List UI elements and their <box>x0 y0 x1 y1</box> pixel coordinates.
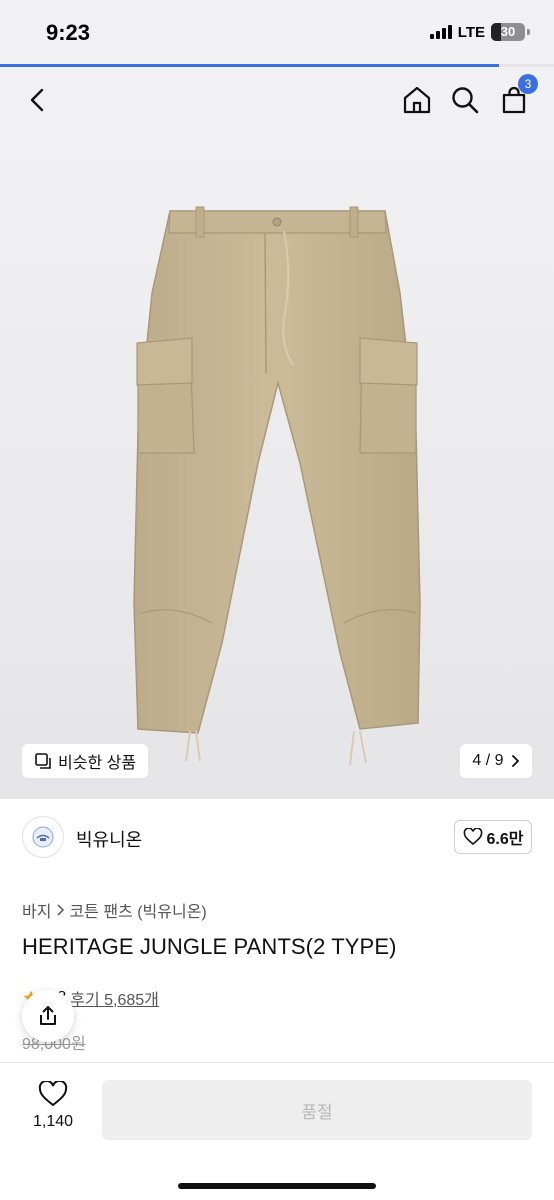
bottom-action-bar: 1,140 품절 <box>0 1062 554 1200</box>
similar-items-icon <box>35 753 51 769</box>
sold-out-label: 품절 <box>301 1102 333 1122</box>
brand-logo-icon <box>32 826 54 848</box>
chevron-right-icon <box>511 755 519 767</box>
home-icon <box>403 86 431 114</box>
search-button[interactable] <box>447 82 483 118</box>
top-nav: 3 <box>0 67 554 133</box>
similar-products-button[interactable]: 비슷한 상품 <box>22 744 149 778</box>
chevron-left-icon <box>30 88 44 112</box>
brand-logo <box>22 816 64 858</box>
breadcrumb: 바지 코튼 팬츠 (빅유니온) <box>22 898 207 922</box>
battery-level: 30 <box>500 24 516 39</box>
image-pager-button[interactable]: 4 / 9 <box>460 744 532 778</box>
chevron-right-icon <box>57 904 65 916</box>
heart-icon <box>463 828 482 846</box>
cart-button[interactable]: 3 <box>496 74 538 118</box>
share-button[interactable] <box>22 990 74 1042</box>
status-icons: LTE 30 <box>429 23 530 41</box>
cart-count-badge: 3 <box>518 74 538 94</box>
wishlist-count: 1,140 <box>32 1113 74 1130</box>
network-label: LTE <box>457 23 485 41</box>
wishlist-button[interactable]: 1,140 <box>22 1081 84 1131</box>
brand-name: 빅유니온 <box>76 830 143 850</box>
brand-like-count: 6.6만 <box>486 831 524 848</box>
home-button[interactable] <box>399 82 435 118</box>
brand-row[interactable]: 빅유니온 6.6만 <box>0 800 554 876</box>
product-image[interactable] <box>0 133 554 799</box>
sold-out-button[interactable]: 품절 <box>102 1080 532 1140</box>
battery-cap <box>527 29 530 35</box>
image-pager-label: 4 / 9 <box>472 752 504 769</box>
breadcrumb-subcategory[interactable]: 코튼 팬츠 (빅유니온) <box>69 898 206 922</box>
status-time: 9:23 <box>46 20 91 45</box>
breadcrumb-category[interactable]: 바지 <box>22 898 51 922</box>
status-bar: 9:23 LTE 30 <box>0 0 554 64</box>
search-icon <box>452 87 479 114</box>
battery-icon: 30 <box>491 23 525 41</box>
share-icon <box>40 1006 56 1025</box>
battery-fill <box>491 23 502 41</box>
back-button[interactable] <box>20 82 56 118</box>
cargo-pants-image <box>133 206 421 766</box>
heart-icon <box>38 1081 68 1107</box>
brand-like-button[interactable]: 6.6만 <box>454 820 532 854</box>
similar-products-label: 비슷한 상품 <box>58 755 137 772</box>
product-title: HERITAGE JUNGLE PANTS(2 TYPE) <box>22 934 397 959</box>
home-indicator <box>178 1183 376 1189</box>
review-count-link[interactable]: 후기 5,685개 <box>70 986 159 1010</box>
signal-icon <box>429 25 452 39</box>
